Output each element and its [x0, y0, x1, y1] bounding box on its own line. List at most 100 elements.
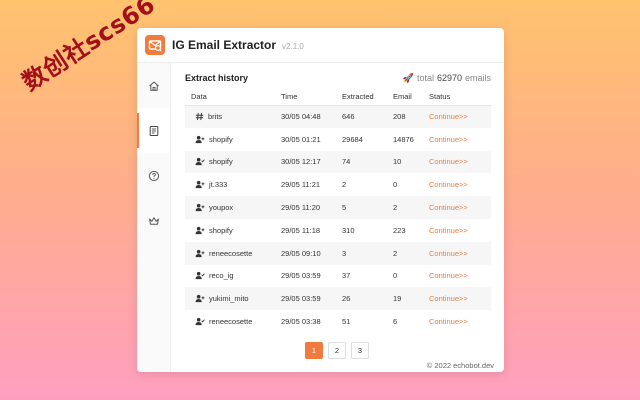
column-header-data: Data	[185, 88, 281, 106]
continue-link[interactable]: Continue>>	[429, 135, 468, 144]
title-bar: IG Email Extractor v2.1.0	[137, 28, 504, 63]
time-cell: 29/05 03:59	[281, 271, 321, 281]
status-cell: Continue>>	[429, 173, 491, 196]
data-cell: yukimi_mito	[185, 287, 281, 311]
total-emails: 🚀 total 62970 emails	[403, 73, 491, 84]
extracted-cell: 26	[342, 287, 393, 311]
email-cell: 208	[393, 105, 429, 128]
table-row: yukimi_mito 29/05 03:59 26 19 Continue>>	[185, 287, 491, 311]
extracted-cell: 29684	[342, 134, 363, 144]
continue-link[interactable]: Continue>>	[429, 249, 468, 258]
page-button-2[interactable]: 2	[328, 342, 346, 359]
table-row: reneecosette 29/05 03:38 51 6 Continue>>	[185, 310, 491, 333]
sidebar-item-history[interactable]	[137, 108, 170, 153]
time-cell: 29/05 11:20	[281, 196, 342, 219]
email-cell: 0	[393, 180, 398, 190]
user-check-icon	[195, 271, 205, 280]
data-value: reneecosette	[209, 317, 253, 327]
user-check-icon	[195, 157, 205, 166]
crown-icon	[148, 216, 159, 225]
data-cell: shopify	[185, 128, 281, 151]
continue-link[interactable]: Continue>>	[429, 226, 468, 235]
status-cell: Continue>>	[429, 241, 491, 265]
data-value: reco_ig	[209, 271, 234, 281]
document-icon	[149, 125, 158, 136]
extracted-cell: 3	[342, 241, 393, 265]
data-cell: reneecosette	[185, 310, 281, 333]
email-cell: 6	[393, 317, 398, 327]
user-follow-icon	[195, 294, 205, 303]
time-cell: 29/05 03:59	[281, 287, 342, 311]
table-row: shopify 30/05 01:21 29684 14876 Continue>>	[185, 128, 491, 151]
total-label: total	[416, 73, 434, 83]
sidebar-item-help[interactable]	[137, 153, 170, 198]
data-value: shopify	[209, 134, 233, 144]
data-cell: shopify	[185, 150, 281, 174]
continue-link[interactable]: Continue>>	[429, 180, 468, 189]
total-unit: emails	[464, 73, 491, 83]
home-icon	[148, 80, 159, 91]
user-follow-icon	[195, 226, 205, 235]
email-cell: 10	[393, 150, 429, 174]
hashtag-icon	[195, 112, 204, 121]
data-value: jt.333	[209, 180, 228, 190]
table-row: brits 30/05 04:48 646 208 Continue>>	[185, 105, 491, 128]
status-cell: Continue>>	[429, 196, 491, 219]
column-header-time: Time	[281, 88, 342, 106]
extracted-cell: 310	[342, 225, 355, 235]
continue-link[interactable]: Continue>>	[429, 271, 468, 280]
page-button-1[interactable]: 1	[305, 342, 323, 359]
app-logo-icon	[145, 35, 165, 55]
status-cell: Continue>>	[429, 265, 491, 288]
email-cell: 19	[393, 287, 429, 311]
email-cell: 0	[393, 271, 398, 281]
status-cell: Continue>>	[429, 287, 491, 311]
data-value: reneecosette	[209, 248, 253, 258]
page-button-3[interactable]: 3	[351, 342, 369, 359]
user-follow-icon	[195, 203, 205, 212]
footer-copyright: © 2022 echobot.dev	[426, 361, 494, 370]
status-cell: Continue>>	[429, 219, 491, 242]
continue-link[interactable]: Continue>>	[429, 294, 468, 303]
extracted-cell: 51	[342, 317, 351, 327]
continue-link[interactable]: Continue>>	[429, 112, 468, 121]
time-cell: 29/05 03:38	[281, 317, 321, 327]
user-follow-icon	[195, 180, 205, 189]
sidebar	[137, 63, 171, 372]
data-cell: brits	[185, 105, 281, 128]
data-cell: youpox	[185, 196, 281, 219]
time-cell: 29/05 09:10	[281, 241, 342, 265]
data-cell: shopify	[185, 219, 281, 242]
email-cell: 2	[393, 241, 429, 265]
table-row: youpox 29/05 11:20 5 2 Continue>>	[185, 196, 491, 219]
sidebar-item-home[interactable]	[137, 63, 170, 108]
user-check-icon	[195, 317, 205, 326]
user-follow-icon	[195, 135, 205, 144]
app-version: v2.1.0	[282, 41, 304, 51]
data-value: shopify	[209, 157, 233, 167]
rocket-icon: 🚀	[402, 72, 414, 83]
status-cell: Continue>>	[429, 105, 491, 128]
continue-link[interactable]: Continue>>	[429, 157, 468, 166]
data-cell: reco_ig	[185, 265, 281, 288]
continue-link[interactable]: Continue>>	[429, 317, 468, 326]
time-cell: 29/05 11:18	[281, 225, 321, 235]
extracted-cell: 74	[342, 150, 393, 174]
continue-link[interactable]: Continue>>	[429, 203, 468, 212]
data-value: shopify	[209, 225, 233, 235]
table-row: reneecosette 29/05 09:10 3 2 Continue>>	[185, 241, 491, 265]
column-header-extracted: Extracted	[342, 88, 393, 106]
main-panel: Extract history 🚀 total 62970 emails Dat…	[185, 68, 491, 333]
sidebar-item-premium[interactable]	[137, 198, 170, 243]
data-value: brits	[208, 112, 223, 122]
email-cell: 223	[393, 225, 406, 235]
table-row: shopify 29/05 11:18 310 223 Continue>>	[185, 219, 491, 242]
table-row: jt.333 29/05 11:21 2 0 Continue>>	[185, 173, 491, 196]
extracted-cell: 646	[342, 105, 393, 128]
time-cell: 30/05 04:48	[281, 105, 342, 128]
total-value: 62970	[436, 73, 462, 83]
pagination: 123	[305, 342, 369, 359]
status-cell: Continue>>	[429, 150, 491, 174]
help-icon	[148, 170, 159, 181]
data-value: youpox	[209, 203, 234, 213]
